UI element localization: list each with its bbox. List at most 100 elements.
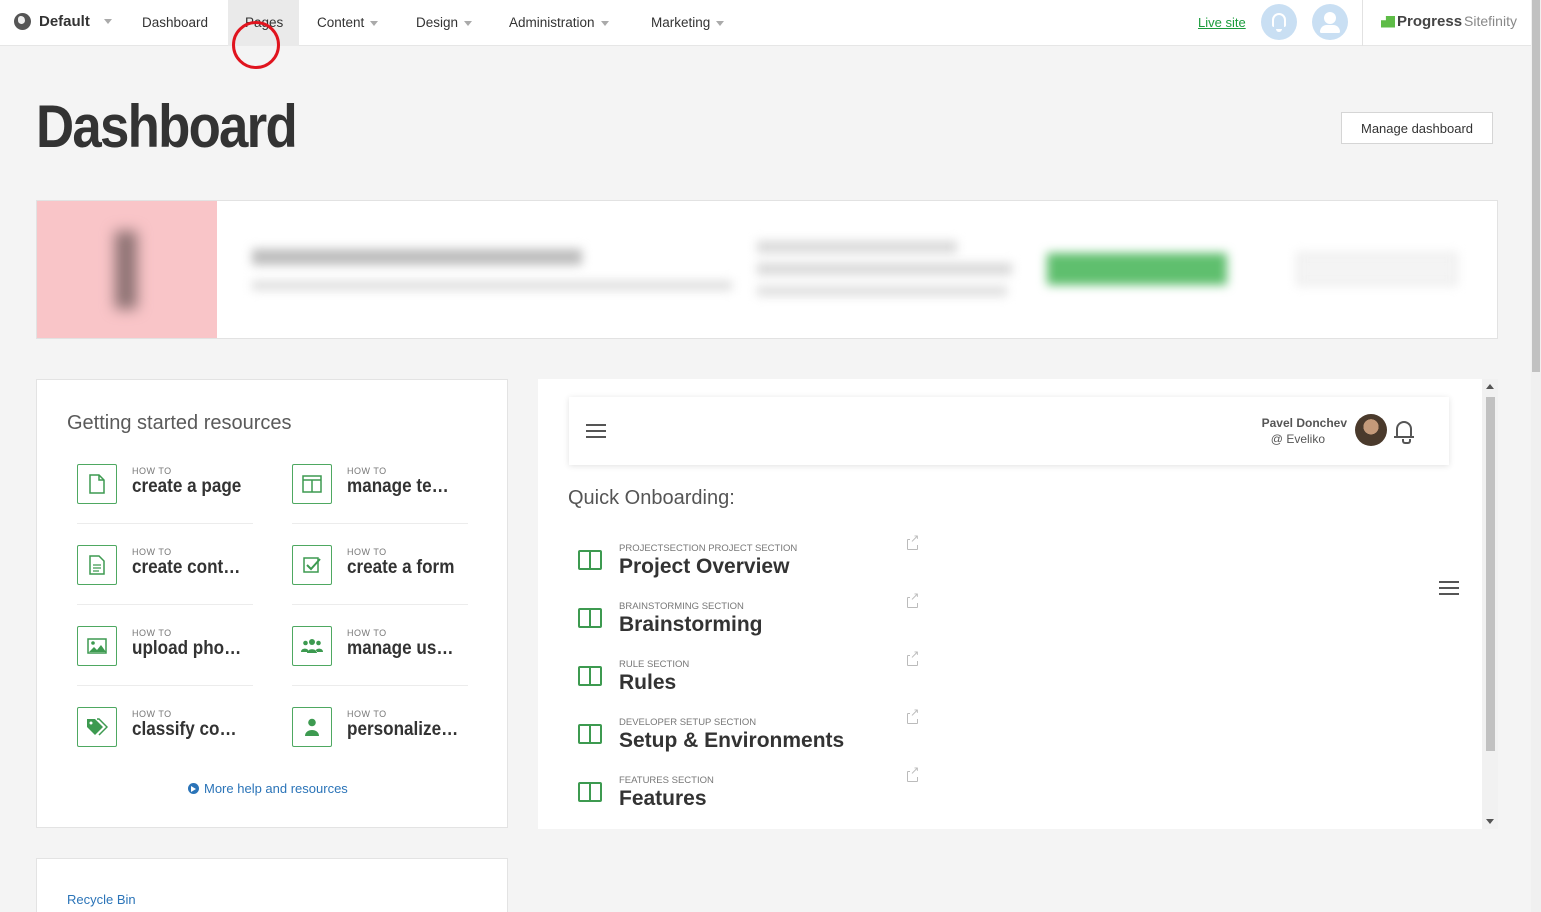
nav-design[interactable]: Design bbox=[416, 0, 473, 46]
section-title: Rules bbox=[619, 671, 677, 694]
widget-scrollbar-thumb[interactable] bbox=[1486, 397, 1495, 751]
scroll-down-icon[interactable] bbox=[1486, 819, 1494, 824]
resource-kicker: HOW TO bbox=[347, 547, 387, 557]
resource-label: classify content bbox=[132, 719, 245, 740]
section-setup-environments[interactable]: DEVELOPER SETUP SECTION Setup & Environm… bbox=[578, 708, 928, 767]
nav-dashboard[interactable]: Dashboard bbox=[142, 0, 208, 46]
chevron-down-icon bbox=[103, 19, 112, 24]
external-link-icon[interactable] bbox=[907, 708, 920, 724]
page-scrollbar-thumb[interactable] bbox=[1532, 0, 1540, 372]
section-features[interactable]: FEATURES SECTION Features bbox=[578, 766, 928, 825]
bell-icon[interactable] bbox=[1394, 421, 1414, 444]
banner-cta-button[interactable] bbox=[1047, 253, 1227, 285]
chevron-down-icon bbox=[370, 20, 379, 26]
section-kicker: DEVELOPER SETUP SECTION bbox=[619, 717, 757, 728]
recycle-bin-card: Recycle Bin bbox=[36, 858, 508, 912]
arrow-circle-icon bbox=[188, 783, 199, 794]
section-kicker: RULE SECTION bbox=[619, 659, 690, 670]
logo-sitefinity-text: Sitefinity bbox=[1464, 13, 1517, 29]
nav-divider bbox=[1362, 0, 1363, 46]
section-kicker: PROJECTSECTION PROJECT SECTION bbox=[619, 543, 798, 554]
image-icon bbox=[77, 626, 117, 666]
chevron-down-icon bbox=[716, 20, 725, 26]
resource-manage-users[interactable]: HOW TO manage users bbox=[292, 620, 468, 686]
resource-kicker: HOW TO bbox=[132, 709, 172, 719]
chevron-down-icon bbox=[600, 20, 609, 26]
page-scrollbar[interactable] bbox=[1531, 0, 1541, 912]
resource-personalize-pages[interactable]: HOW TO personalize pages bbox=[292, 701, 468, 767]
book-icon bbox=[578, 666, 602, 686]
more-help-link[interactable]: More help and resources bbox=[188, 781, 348, 796]
template-icon bbox=[292, 464, 332, 504]
getting-started-title: Getting started resources bbox=[67, 412, 292, 434]
resource-label: create a page bbox=[132, 476, 242, 497]
more-help-label: More help and resources bbox=[204, 781, 348, 796]
progress-sitefinity-logo: Progress Sitefinity bbox=[1381, 13, 1517, 30]
resource-create-content[interactable]: HOW TO create content bbox=[77, 539, 253, 605]
nav-marketing[interactable]: Marketing bbox=[651, 0, 725, 46]
side-menu-icon[interactable] bbox=[1439, 581, 1459, 595]
hamburger-menu-icon[interactable] bbox=[586, 424, 606, 438]
globe-icon bbox=[14, 13, 31, 30]
live-site-link[interactable]: Live site bbox=[1198, 15, 1246, 30]
book-icon bbox=[578, 550, 602, 570]
section-title: Project Overview bbox=[619, 555, 790, 578]
resource-label: manage users bbox=[347, 638, 460, 659]
resource-kicker: HOW TO bbox=[347, 628, 387, 638]
site-selector-label: Default bbox=[39, 13, 90, 30]
resource-label: upload photos bbox=[132, 638, 245, 659]
manage-dashboard-button[interactable]: Manage dashboard bbox=[1341, 112, 1493, 144]
section-rules[interactable]: RULE SECTION Rules bbox=[578, 650, 928, 709]
user-menu-button[interactable] bbox=[1312, 4, 1348, 40]
getting-started-card: Getting started resources HOW TO create … bbox=[36, 379, 508, 828]
external-link-icon[interactable] bbox=[907, 650, 920, 666]
progress-logo-icon bbox=[1381, 15, 1395, 28]
resource-kicker: HOW TO bbox=[347, 709, 387, 719]
resource-upload-photos[interactable]: HOW TO upload photos bbox=[77, 620, 253, 686]
book-icon bbox=[578, 608, 602, 628]
bell-icon bbox=[1272, 13, 1286, 32]
user-icon bbox=[1320, 12, 1340, 33]
recycle-bin-link[interactable]: Recycle Bin bbox=[67, 892, 136, 907]
section-title: Features bbox=[619, 787, 707, 810]
resource-classify-content[interactable]: HOW TO classify content bbox=[77, 701, 253, 767]
page-title: Dashboard bbox=[36, 93, 298, 160]
resource-label: create a form bbox=[347, 557, 455, 578]
external-link-icon[interactable] bbox=[907, 592, 920, 608]
document-icon bbox=[77, 545, 117, 585]
widget-user-name: Pavel Donchev bbox=[1261, 416, 1347, 430]
nav-content[interactable]: Content bbox=[317, 0, 379, 46]
widget-scrollbar[interactable] bbox=[1482, 379, 1498, 829]
book-icon bbox=[578, 724, 602, 744]
top-nav: Default Dashboard Pages Content Design A… bbox=[0, 0, 1531, 46]
users-icon bbox=[292, 626, 332, 666]
avatar[interactable] bbox=[1355, 414, 1387, 446]
notifications-button[interactable] bbox=[1261, 4, 1297, 40]
click-indicator bbox=[232, 21, 280, 69]
widget-user-handle: @ Eveliko bbox=[1270, 432, 1325, 446]
resource-label: create content bbox=[132, 557, 245, 578]
checkbox-icon bbox=[292, 545, 332, 585]
quick-onboarding-title: Quick Onboarding: bbox=[568, 487, 735, 509]
resource-label: manage templates bbox=[347, 476, 460, 497]
resource-kicker: HOW TO bbox=[132, 466, 172, 476]
tag-icon bbox=[77, 707, 117, 747]
onboarding-widget: Pavel Donchev @ Eveliko Quick Onboarding… bbox=[538, 379, 1498, 829]
section-brainstorming[interactable]: BRAINSTORMING SECTION Brainstorming bbox=[578, 592, 928, 651]
section-project-overview[interactable]: PROJECTSECTION PROJECT SECTION Project O… bbox=[578, 534, 928, 593]
external-link-icon[interactable] bbox=[907, 766, 920, 782]
person-icon bbox=[292, 707, 332, 747]
section-kicker: FEATURES SECTION bbox=[619, 775, 714, 786]
nav-administration[interactable]: Administration bbox=[509, 0, 609, 46]
widget-app-bar: Pavel Donchev @ Eveliko bbox=[569, 397, 1449, 465]
site-selector[interactable]: Default bbox=[14, 13, 112, 30]
resource-kicker: HOW TO bbox=[132, 628, 172, 638]
external-link-icon[interactable] bbox=[907, 534, 920, 550]
scroll-up-icon[interactable] bbox=[1486, 384, 1494, 389]
resource-manage-templates[interactable]: HOW TO manage templates bbox=[292, 458, 468, 524]
resource-create-form[interactable]: HOW TO create a form bbox=[292, 539, 468, 605]
section-title: Brainstorming bbox=[619, 613, 763, 636]
resource-kicker: HOW TO bbox=[347, 466, 387, 476]
logo-progress-text: Progress bbox=[1397, 13, 1463, 30]
resource-create-page[interactable]: HOW TO create a page bbox=[77, 458, 253, 524]
